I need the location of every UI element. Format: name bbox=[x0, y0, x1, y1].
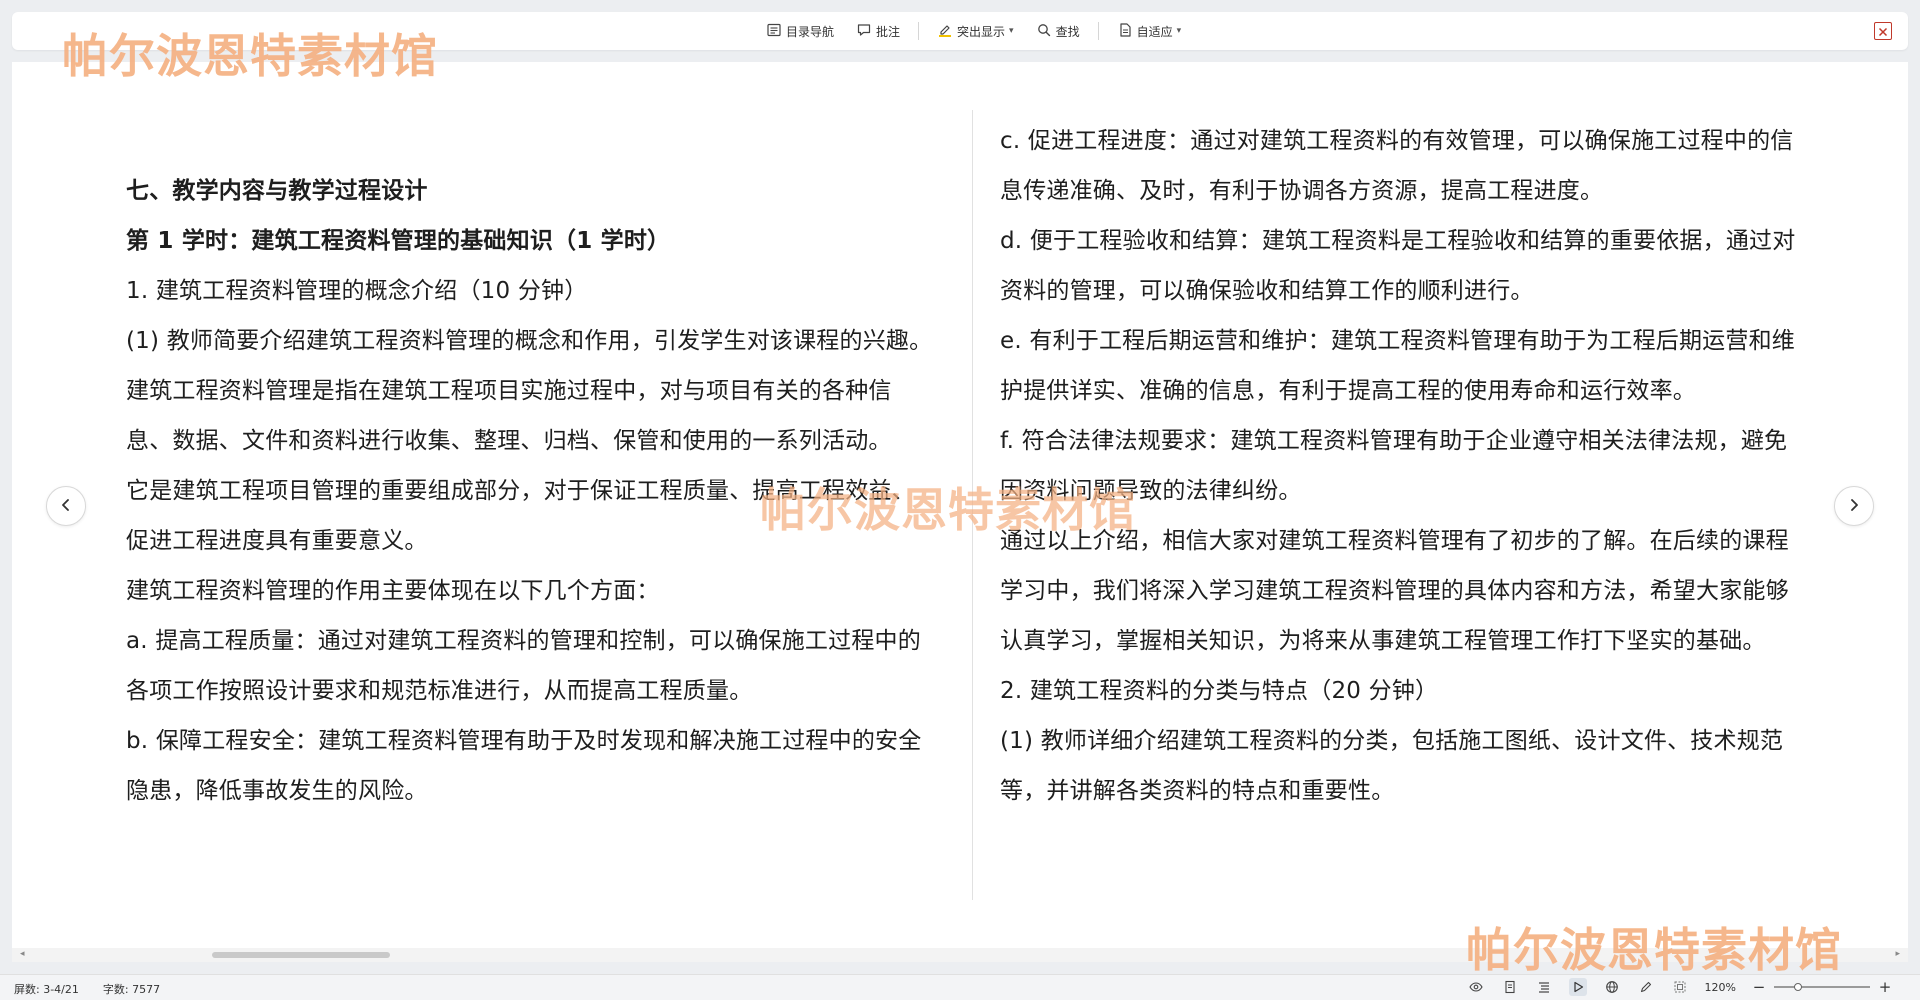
zoom-slider[interactable] bbox=[1774, 978, 1870, 996]
paragraph: 建筑工程资料管理是指在建筑工程项目实施过程中，对与项目有关的各种信息、数据、文件… bbox=[126, 378, 892, 454]
toolbar-find-label: 查找 bbox=[1055, 24, 1080, 39]
right-column: c. 促进工程进度：通过对建筑工程资料的有效管理，可以确保施工过程中的信息传递准… bbox=[1000, 116, 1810, 816]
watermark: 帕尔波恩特素材馆 bbox=[760, 483, 1136, 537]
chevron-left-icon bbox=[59, 497, 73, 516]
search-icon bbox=[1036, 22, 1052, 41]
scroll-left-icon[interactable]: ◂ bbox=[20, 949, 25, 959]
paragraph: 建筑工程资料管理的作用主要体现在以下几个方面： bbox=[126, 578, 660, 604]
zoom-in-button[interactable]: + bbox=[1878, 978, 1892, 996]
web-icon[interactable] bbox=[1603, 978, 1621, 996]
paragraph: 2. 建筑工程资料的分类与特点（20 分钟） bbox=[1000, 678, 1439, 704]
status-left: 屏数: 3-4/21 字数: 7577 bbox=[14, 981, 160, 997]
page-view-icon[interactable] bbox=[1501, 978, 1519, 996]
toolbar-fit-label: 自适应 bbox=[1136, 24, 1173, 39]
paragraph: a. 提高工程质量：通过对建筑工程资料的管理和控制，可以确保施工过程中的各项工作… bbox=[126, 628, 921, 704]
paragraph: d. 便于工程验收和结算：建筑工程资料是工程验收和结算的重要依据，通过对资料的管… bbox=[1000, 228, 1796, 304]
paragraph: b. 保障工程安全：建筑工程资料管理有助于及时发现和解决施工过程中的安全隐患，降… bbox=[126, 728, 922, 804]
paragraph: 1. 建筑工程资料管理的概念介绍（10 分钟） bbox=[126, 278, 588, 304]
outline-view-icon[interactable] bbox=[1535, 978, 1553, 996]
zoom-slider-track bbox=[1774, 986, 1870, 988]
toolbar-tools: 目录导航 批注 突出显示 ▾ 查找 自适应 ▾ bbox=[762, 12, 1185, 50]
fit-screen-icon[interactable] bbox=[1671, 978, 1689, 996]
toolbar-outline-button[interactable]: 目录导航 bbox=[762, 19, 838, 44]
lesson-heading: 第 1 学时：建筑工程资料管理的基础知识（1 学时） bbox=[126, 228, 671, 254]
zoom-out-button[interactable]: − bbox=[1752, 978, 1766, 996]
zoom-slider-handle[interactable] bbox=[1794, 983, 1802, 991]
comment-icon bbox=[856, 22, 872, 41]
eye-icon[interactable] bbox=[1467, 978, 1485, 996]
paragraph: (1) 教师简要介绍建筑工程资料管理的概念和作用，引发学生对该课程的兴趣。 bbox=[126, 328, 933, 354]
scrollbar-thumb[interactable] bbox=[212, 952, 390, 958]
paragraph: c. 促进工程进度：通过对建筑工程资料的有效管理，可以确保施工过程中的信息传递准… bbox=[1000, 128, 1794, 204]
toolbar-highlight-label: 突出显示 bbox=[957, 24, 1006, 39]
page-fit-icon bbox=[1117, 22, 1133, 41]
chevron-right-icon bbox=[1847, 497, 1861, 516]
zoom-level[interactable]: 120% bbox=[1705, 981, 1736, 994]
highlighter-icon bbox=[937, 22, 953, 41]
section-heading: 七、教学内容与教学过程设计 bbox=[126, 178, 428, 204]
toolbar-separator bbox=[918, 22, 920, 40]
toolbar-highlight-button[interactable]: 突出显示 ▾ bbox=[933, 19, 1018, 44]
toolbar-separator bbox=[1097, 22, 1099, 40]
status-right: 120% − + bbox=[1467, 978, 1892, 996]
toolbar-comment-label: 批注 bbox=[876, 24, 901, 39]
next-page-button[interactable] bbox=[1834, 486, 1874, 526]
play-icon[interactable] bbox=[1568, 978, 1587, 996]
toolbar-fit-button[interactable]: 自适应 ▾ bbox=[1113, 19, 1186, 44]
toolbar-outline-label: 目录导航 bbox=[786, 24, 835, 39]
paragraph: e. 有利于工程后期运营和维护：建筑工程资料管理有助于为工程后期运营和维护提供详… bbox=[1000, 328, 1795, 404]
toolbar-comment-button[interactable]: 批注 bbox=[852, 19, 904, 44]
close-icon bbox=[1878, 22, 1888, 41]
chevron-down-icon: ▾ bbox=[1009, 26, 1014, 36]
pen-icon[interactable] bbox=[1637, 978, 1655, 996]
page-indicator: 屏数: 3-4/21 bbox=[14, 983, 79, 996]
watermark: 帕尔波恩特素材馆 bbox=[1466, 923, 1842, 977]
toolbar-find-button[interactable]: 查找 bbox=[1032, 19, 1084, 44]
chevron-down-icon: ▾ bbox=[1176, 26, 1182, 36]
previous-page-button[interactable] bbox=[46, 486, 86, 526]
zoom-control: − + bbox=[1752, 978, 1892, 996]
paragraph: (1) 教师详细介绍建筑工程资料的分类，包括施工图纸、设计文件、技术规范等，并讲… bbox=[1000, 728, 1784, 804]
close-button[interactable] bbox=[1874, 22, 1892, 40]
scroll-right-icon[interactable]: ▸ bbox=[1895, 949, 1900, 959]
outline-list-icon bbox=[766, 22, 782, 41]
watermark: 帕尔波恩特素材馆 bbox=[62, 29, 438, 83]
word-count: 字数: 7577 bbox=[102, 983, 161, 996]
